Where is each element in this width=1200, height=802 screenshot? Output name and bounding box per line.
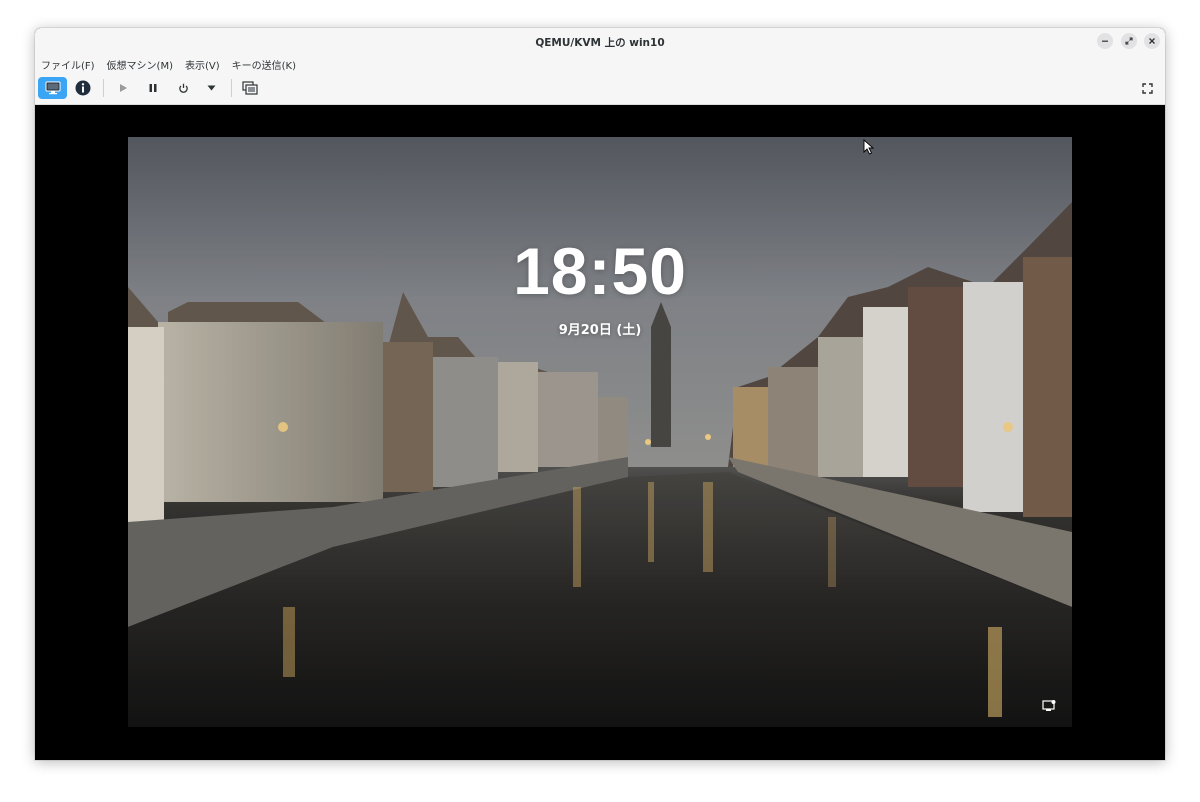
maximize-button[interactable]	[1121, 33, 1137, 49]
wallpaper-image	[128, 137, 1072, 727]
mouse-cursor-icon	[863, 139, 875, 155]
menu-bar: ファイル(F) 仮想マシン(M) 表示(V) キーの送信(K)	[41, 57, 296, 73]
window-chrome: QEMU/KVM 上の win10 ファイル(F) 仮想マシン(M) 表示(V)…	[35, 28, 1165, 105]
power-icon	[178, 83, 188, 93]
run-button[interactable]	[113, 77, 133, 99]
vm-viewer-window: QEMU/KVM 上の win10 ファイル(F) 仮想マシン(M) 表示(V)…	[35, 28, 1165, 760]
shutdown-menu-button[interactable]	[201, 77, 221, 99]
pause-icon	[149, 84, 157, 92]
minimize-button[interactable]	[1097, 33, 1113, 49]
toolbar-separator	[231, 79, 232, 97]
window-title: QEMU/KVM 上の win10	[535, 37, 665, 49]
menu-view[interactable]: 表示(V)	[185, 57, 220, 73]
close-button[interactable]	[1144, 33, 1160, 49]
info-icon	[75, 80, 91, 96]
fullscreen-button[interactable]	[1137, 77, 1157, 99]
close-icon	[1149, 38, 1155, 44]
play-icon	[120, 84, 127, 92]
toolbar	[35, 76, 1165, 100]
dropdown-arrow-icon	[207, 85, 215, 91]
toolbar-separator	[103, 79, 104, 97]
snapshots-button[interactable]	[239, 77, 261, 99]
restore-icon	[1125, 37, 1133, 45]
snapshots-icon	[242, 81, 258, 95]
shutdown-button[interactable]	[173, 77, 193, 99]
lock-screen[interactable]: 18:50 9月20日 (土)	[128, 137, 1072, 727]
menu-file[interactable]: ファイル(F)	[41, 57, 95, 73]
console-icon	[45, 81, 60, 95]
vm-display[interactable]: 18:50 9月20日 (土)	[35, 105, 1165, 760]
minimize-icon	[1102, 40, 1108, 42]
console-button[interactable]	[38, 77, 67, 99]
network-icon[interactable]	[1042, 699, 1056, 713]
fullscreen-icon	[1141, 82, 1153, 94]
pause-button[interactable]	[143, 77, 163, 99]
title-bar[interactable]: QEMU/KVM 上の win10	[35, 28, 1165, 54]
menu-send-key[interactable]: キーの送信(K)	[232, 57, 296, 73]
menu-virtual-machine[interactable]: 仮想マシン(M)	[107, 57, 173, 73]
details-button[interactable]	[72, 77, 94, 99]
lock-screen-time: 18:50	[513, 234, 687, 308]
lock-screen-date: 9月20日 (土)	[558, 323, 642, 338]
